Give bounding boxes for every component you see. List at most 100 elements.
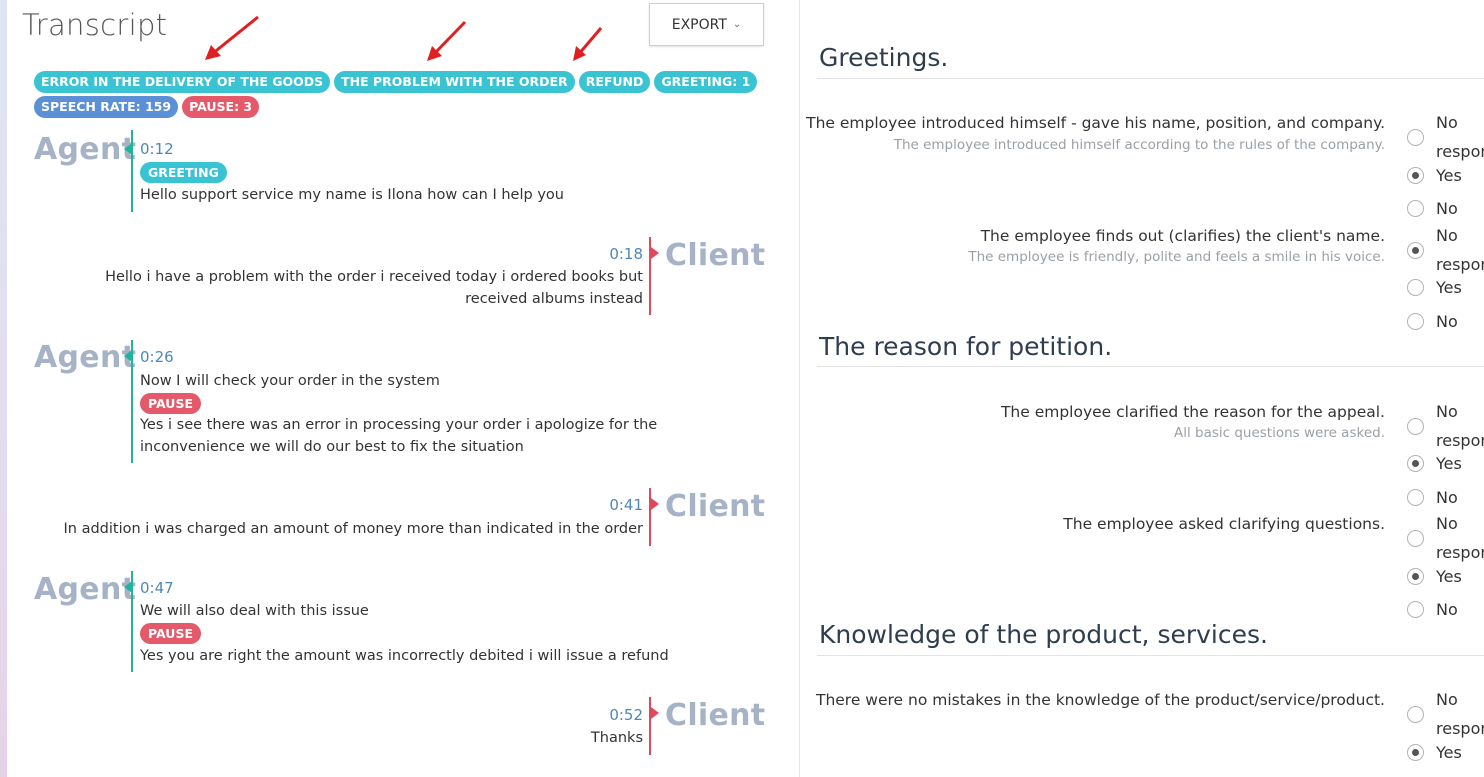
radio-circle[interactable] <box>1407 279 1424 296</box>
tag-pause-count[interactable]: PAUSE: 3 <box>182 96 260 118</box>
radio-yes[interactable]: Yes <box>1407 454 1462 473</box>
message-tag: PAUSE <box>140 393 201 414</box>
speaker-label: Agent <box>34 132 137 167</box>
message-text: Hello i have a problem with the order i … <box>105 269 643 307</box>
speaker-label: Client <box>665 489 766 524</box>
radio-circle[interactable] <box>1407 241 1424 259</box>
radio-circle[interactable] <box>1407 529 1424 547</box>
radio-label: No <box>1436 312 1458 331</box>
question-hint: The employee is friendly, polite and fee… <box>968 249 1385 265</box>
message-text: We will also deal with this issue <box>140 603 369 619</box>
tag-problem-order[interactable]: THE PROBLEM WITH THE ORDER <box>334 71 575 93</box>
message-tag: PAUSE <box>140 623 201 644</box>
radio-yes[interactable]: Yes <box>1407 166 1462 185</box>
radio-circle[interactable] <box>1407 128 1424 146</box>
message-text: In addition i was charged an amount of m… <box>63 521 644 537</box>
export-button[interactable]: EXPORT ⌄ <box>649 3 764 46</box>
radio-no[interactable]: No <box>1407 488 1458 507</box>
radio-circle[interactable] <box>1407 568 1424 585</box>
message-tag: GREETING <box>140 162 227 183</box>
radio-no-response[interactable]: No response <box>1407 685 1484 743</box>
transcript-panel: Transcript EXPORT ⌄ ERROR IN THE DELIVER… <box>8 0 798 777</box>
radio-circle[interactable] <box>1407 744 1424 761</box>
message-time[interactable]: 0:52 <box>609 706 643 724</box>
radio-label: No response <box>1436 690 1484 738</box>
tag-refund[interactable]: REFUND <box>578 71 651 93</box>
radio-no-response[interactable]: No response <box>1407 397 1484 455</box>
message-time[interactable]: 0:47 <box>140 579 174 597</box>
message-text: Thanks <box>590 730 643 746</box>
radio-circle[interactable] <box>1407 200 1424 217</box>
tag-greeting-count[interactable]: GREETING: 1 <box>654 71 758 93</box>
speaker-label: Agent <box>34 340 137 375</box>
client-pointer <box>651 707 659 719</box>
message-text: Yes i see there was an error in processi… <box>140 417 658 455</box>
annotation-arrow-icon <box>573 27 603 61</box>
radio-circle[interactable] <box>1407 417 1424 435</box>
question-text: The employee introduced himself - gave h… <box>806 114 1385 132</box>
radio-label: No response <box>1436 113 1484 161</box>
message-time[interactable]: 0:18 <box>609 245 643 263</box>
radio-label: Yes <box>1436 567 1462 586</box>
radio-no[interactable]: No <box>1407 312 1458 331</box>
radio-yes[interactable]: Yes <box>1407 278 1462 297</box>
question-hint: All basic questions were asked. <box>1173 425 1385 441</box>
annotation-arrow-icon <box>427 20 467 61</box>
summary-tags-row: ERROR IN THE DELIVERY OF THE GOODS THE P… <box>34 71 758 93</box>
radio-no-response[interactable]: No response <box>1407 108 1484 166</box>
summary-tags-row: SPEECH RATE: 159 PAUSE: 3 <box>34 96 260 118</box>
radio-label: No <box>1436 199 1458 218</box>
section-title-greetings: Greetings. <box>819 43 949 72</box>
client-bar <box>649 697 651 755</box>
agent-bar <box>131 571 133 672</box>
radio-yes[interactable]: Yes <box>1407 567 1462 586</box>
question-text: The employee clarified the reason for th… <box>1000 403 1385 421</box>
speaker-label: Client <box>665 238 766 273</box>
window-edge <box>0 0 7 777</box>
radio-yes[interactable]: Yes <box>1407 743 1462 762</box>
radio-circle[interactable] <box>1407 601 1424 618</box>
radio-label: No response <box>1436 402 1484 450</box>
tag-error-delivery[interactable]: ERROR IN THE DELIVERY OF THE GOODS <box>34 71 331 93</box>
chevron-down-icon: ⌄ <box>732 19 742 30</box>
agent-bar <box>131 130 133 212</box>
client-bar <box>649 488 651 546</box>
section-title-reason: The reason for petition. <box>819 332 1113 361</box>
radio-label: No <box>1436 488 1458 507</box>
agent-bar <box>131 340 133 463</box>
tag-speech-rate[interactable]: SPEECH RATE: 159 <box>34 96 179 118</box>
section-title-knowledge: Knowledge of the product, services. <box>819 620 1268 649</box>
message-text: Hello support service my name is Ilona h… <box>140 187 564 203</box>
radio-circle[interactable] <box>1407 705 1424 723</box>
radio-circle[interactable] <box>1407 455 1424 472</box>
radio-no[interactable]: No <box>1407 600 1458 619</box>
radio-label: Yes <box>1436 454 1462 473</box>
message-text: Yes you are right the amount was incorre… <box>140 648 669 664</box>
speaker-label: Agent <box>34 572 137 607</box>
question-text: The employee asked clarifying questions. <box>1063 515 1385 533</box>
radio-circle[interactable] <box>1407 313 1424 330</box>
export-label: EXPORT <box>671 16 727 33</box>
radio-no-response[interactable]: No response <box>1407 509 1484 567</box>
section-divider <box>817 655 1484 656</box>
radio-label: No response <box>1436 226 1484 274</box>
message-time[interactable]: 0:26 <box>140 348 174 366</box>
radio-circle[interactable] <box>1407 167 1424 184</box>
radio-no-response[interactable]: No response <box>1407 221 1484 279</box>
speaker-label: Client <box>665 698 766 733</box>
radio-label: Yes <box>1436 743 1462 762</box>
radio-label: Yes <box>1436 166 1462 185</box>
radio-label: No response <box>1436 514 1484 562</box>
radio-circle[interactable] <box>1407 489 1424 506</box>
question-hint: The employee introduced himself accordin… <box>893 137 1385 153</box>
message-time[interactable]: 0:41 <box>609 496 643 514</box>
page-title: Transcript <box>22 8 168 42</box>
section-divider <box>817 366 1484 367</box>
question-text: The employee finds out (clarifies) the c… <box>980 227 1385 245</box>
client-pointer <box>651 498 659 510</box>
radio-label: Yes <box>1436 278 1462 297</box>
message-time[interactable]: 0:12 <box>140 140 174 158</box>
radio-no[interactable]: No <box>1407 199 1458 218</box>
section-divider <box>817 78 1484 79</box>
client-pointer <box>651 247 659 259</box>
